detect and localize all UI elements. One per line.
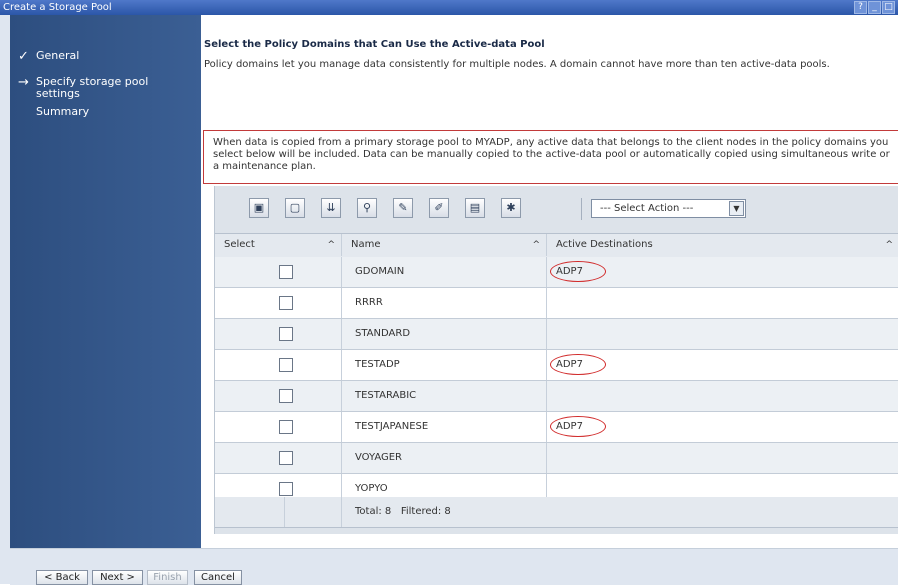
row-checkbox[interactable] <box>279 327 293 341</box>
column-label: Select <box>224 239 255 250</box>
highlight-oval <box>550 416 606 437</box>
select-cell <box>215 257 342 287</box>
row-checkbox[interactable] <box>279 296 293 310</box>
column-header-select[interactable]: Select ^ <box>215 234 342 256</box>
table-row: STANDARD <box>215 319 898 350</box>
column-label: Active Destinations <box>556 239 653 250</box>
destination-cell: ADP7 <box>547 257 898 287</box>
destination-cell: ADP7 <box>547 350 898 380</box>
destination-cell <box>547 288 898 318</box>
table-body: GDOMAIN ADP7 RRRR STANDARD TESTADP ADP7 … <box>215 257 898 505</box>
info-note: When data is copied from a primary stora… <box>203 130 898 184</box>
sort-arrow-icon[interactable]: ^ <box>885 234 893 256</box>
select-cell <box>215 443 342 473</box>
maximize-button[interactable]: □ <box>882 1 895 14</box>
filtered-count: Filtered: 8 <box>400 506 451 517</box>
select-cell <box>215 412 342 442</box>
table-row: TESTJAPANESE ADP7 <box>215 412 898 443</box>
table-footer: Total: 8 Filtered: 8 <box>215 497 898 528</box>
back-button[interactable]: < Back <box>36 570 88 585</box>
window-titlebar: Create a Storage Pool ? _ □ <box>0 0 898 15</box>
name-cell: RRRR <box>342 288 547 318</box>
chevron-down-icon[interactable]: ▼ <box>729 201 744 216</box>
column-label: Name <box>351 239 381 250</box>
step-label: Specify storage pool settings <box>36 75 149 100</box>
cancel-button[interactable]: Cancel <box>194 570 242 585</box>
table-totals: Total: 8 Filtered: 8 <box>342 497 898 527</box>
policy-domains-table: ▣ ▢ ⇊ ⚲ ✎ ✐ ▤ ✱ --- Select Action --- ▼ … <box>214 186 898 534</box>
table-row: TESTARABIC <box>215 381 898 412</box>
wizard-nav-bar: < Back Next > Finish Cancel <box>10 548 898 585</box>
edit-sort-icon[interactable]: ⚲ <box>357 198 377 218</box>
wizard-steps-sidebar: ✓ General → Specify storage pool setting… <box>10 15 201 548</box>
deselect-all-icon[interactable]: ▢ <box>285 198 305 218</box>
window-controls: ? _ □ <box>854 1 895 14</box>
table-toolbar: ▣ ▢ ⇊ ⚲ ✎ ✐ ▤ ✱ --- Select Action --- ▼ <box>215 186 898 233</box>
step-specify-storage-pool-settings[interactable]: → Specify storage pool settings <box>18 76 186 100</box>
row-checkbox[interactable] <box>279 265 293 279</box>
select-action-value: --- Select Action --- <box>600 203 694 214</box>
step-general[interactable]: ✓ General <box>18 49 80 64</box>
sort-arrow-icon[interactable]: ^ <box>327 234 335 256</box>
sort-arrow-icon[interactable]: ^ <box>532 234 540 256</box>
highlight-oval <box>550 261 606 282</box>
select-action-dropdown[interactable]: --- Select Action --- ▼ <box>591 199 746 218</box>
select-cell <box>215 350 342 380</box>
checkmark-icon: ✓ <box>18 49 29 64</box>
row-checkbox[interactable] <box>279 482 293 496</box>
select-cell <box>215 319 342 349</box>
configure-table-icon[interactable]: ✱ <box>501 198 521 218</box>
select-cell <box>215 381 342 411</box>
collapse-table-icon[interactable]: ▤ <box>465 198 485 218</box>
select-all-icon[interactable]: ▣ <box>249 198 269 218</box>
name-cell: TESTJAPANESE <box>342 412 547 442</box>
finish-button[interactable]: Finish <box>147 570 188 585</box>
table-row: VOYAGER <box>215 443 898 474</box>
table-row: GDOMAIN ADP7 <box>215 257 898 288</box>
column-header-name[interactable]: Name ^ <box>342 234 547 256</box>
name-cell: GDOMAIN <box>342 257 547 287</box>
highlight-oval <box>550 354 606 375</box>
minimize-button[interactable]: _ <box>868 1 881 14</box>
page-description: Policy domains let you manage data consi… <box>204 59 830 70</box>
clear-sort-icon[interactable]: ✐ <box>429 198 449 218</box>
toolbar-divider <box>581 198 582 220</box>
name-cell: VOYAGER <box>342 443 547 473</box>
window-title: Create a Storage Pool <box>3 2 112 13</box>
destination-cell <box>547 443 898 473</box>
table-row: TESTADP ADP7 <box>215 350 898 381</box>
destination-cell <box>547 381 898 411</box>
page-title: Select the Policy Domains that Can Use t… <box>204 39 545 50</box>
show-filter-icon[interactable]: ⇊ <box>321 198 341 218</box>
help-button[interactable]: ? <box>854 1 867 14</box>
row-checkbox[interactable] <box>279 358 293 372</box>
next-button[interactable]: Next > <box>92 570 143 585</box>
clear-filter-icon[interactable]: ✎ <box>393 198 413 218</box>
step-label: Summary <box>36 105 90 118</box>
row-checkbox[interactable] <box>279 451 293 465</box>
name-cell: TESTARABIC <box>342 381 547 411</box>
name-cell: TESTADP <box>342 350 547 380</box>
table-row: RRRR <box>215 288 898 319</box>
total-count: Total: 8 <box>355 506 392 517</box>
destination-cell <box>547 319 898 349</box>
select-cell <box>215 288 342 318</box>
arrow-right-icon: → <box>18 75 29 90</box>
destination-cell: ADP7 <box>547 412 898 442</box>
column-header-active-destinations[interactable]: Active Destinations ^ <box>547 234 898 256</box>
step-label: General <box>36 49 80 62</box>
name-cell: STANDARD <box>342 319 547 349</box>
row-checkbox[interactable] <box>279 389 293 403</box>
step-summary[interactable]: Summary <box>18 106 89 118</box>
footer-spacer <box>215 497 285 527</box>
footer-spacer <box>285 497 342 527</box>
table-header: Select ^ Name ^ Active Destinations ^ <box>215 233 898 258</box>
row-checkbox[interactable] <box>279 420 293 434</box>
